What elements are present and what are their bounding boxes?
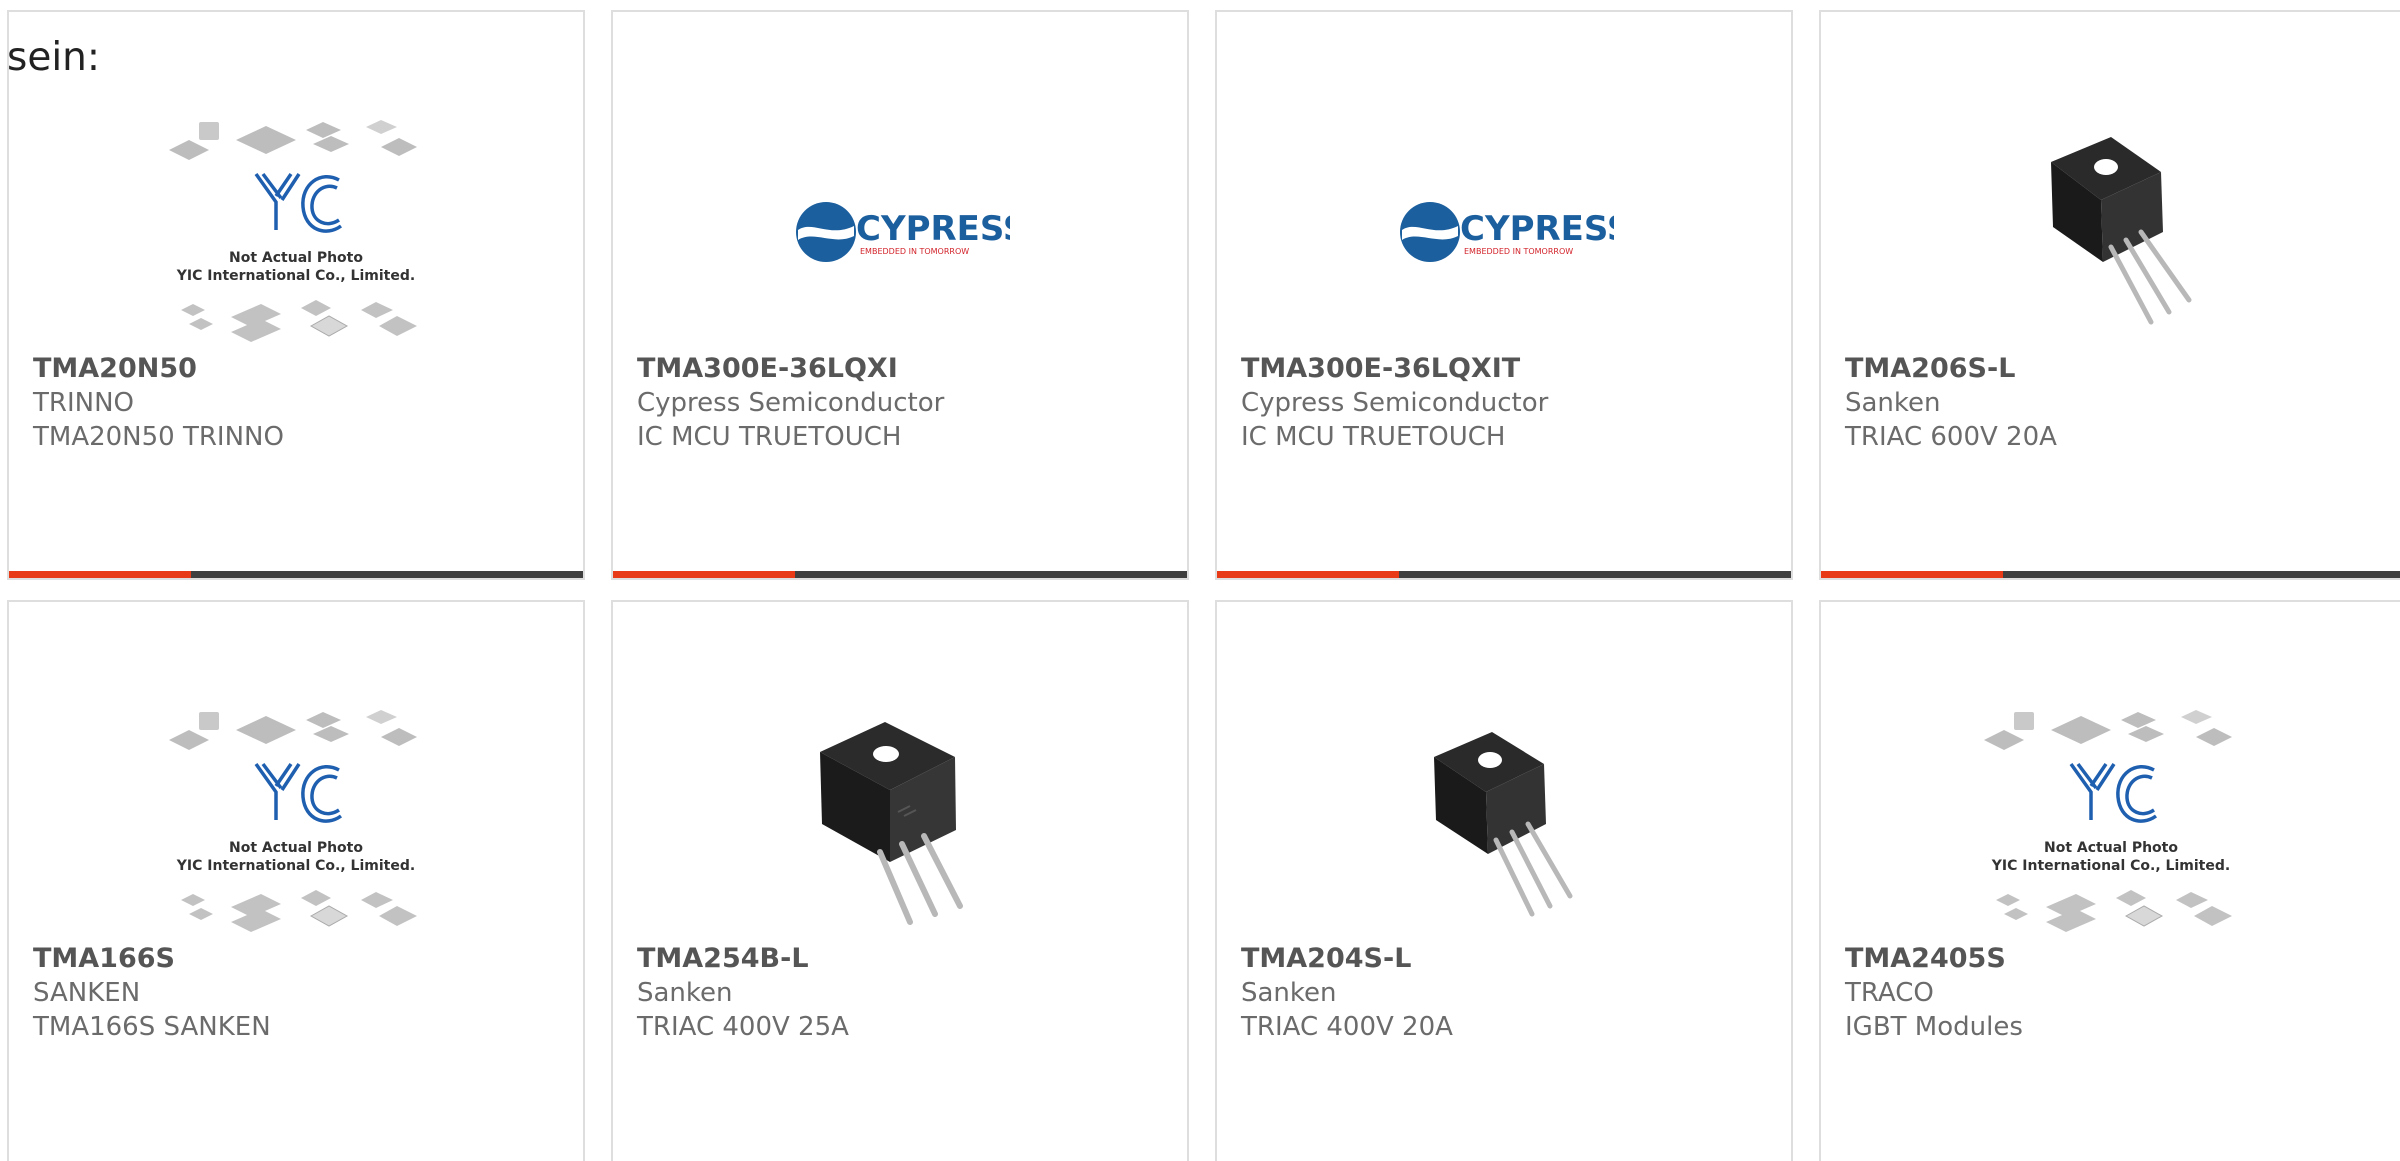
yic-placeholder-icon: Not Actual Photo YIC International Co., …: [1983, 710, 2232, 932]
product-image[interactable]: [1364, 692, 1644, 952]
description: TRIAC 400V 25A: [637, 1012, 849, 1042]
svg-text:EMBEDDED IN TOMORROW: EMBEDDED IN TOMORROW: [1464, 247, 1573, 256]
manufacturer: Cypress Semiconductor: [1241, 388, 1549, 418]
card-accent-bar: [1217, 571, 1399, 578]
product-card[interactable]: CYPRESS EMBEDDED IN TOMORROW TMA300E-36L…: [1215, 10, 1793, 580]
product-card[interactable]: CYPRESS EMBEDDED IN TOMORROW TMA300E-36L…: [611, 10, 1189, 580]
product-info: TMA206S-L Sanken TRIAC 600V 20A: [1845, 352, 2057, 454]
description: IGBT Modules: [1845, 1012, 2023, 1042]
description: TMA166S SANKEN: [33, 1012, 271, 1042]
description: IC MCU TRUETOUCH: [637, 422, 902, 452]
card-bottom-bar: [9, 571, 583, 578]
description: TRIAC 600V 20A: [1845, 422, 2057, 452]
part-number-link[interactable]: TMA204S-L: [1241, 942, 1453, 976]
part-number-link[interactable]: TMA166S: [33, 942, 271, 976]
product-info: TMA254B-L Sanken TRIAC 400V 25A: [637, 942, 849, 1044]
product-card[interactable]: Not Actual Photo YIC International Co., …: [1819, 600, 2400, 1161]
product-info: TMA2405S TRACO IGBT Modules: [1845, 942, 2023, 1044]
yic-placeholder-icon: Not Actual Photo YIC International Co., …: [169, 710, 417, 932]
svg-text:Not Actual Photo: Not Actual Photo: [2044, 840, 2178, 856]
product-card[interactable]: Not Actual Photo YIC International Co., …: [7, 600, 585, 1161]
part-number-link[interactable]: TMA300E-36LQXIT: [1241, 352, 1548, 386]
card-accent-bar: [613, 571, 795, 578]
product-info: TMA300E-36LQXI Cypress Semiconductor IC …: [637, 352, 944, 454]
svg-text:CYPRESS: CYPRESS: [856, 209, 1010, 249]
product-info: TMA300E-36LQXIT Cypress Semiconductor IC…: [1241, 352, 1548, 454]
svg-text:YIC International Co., Limited: YIC International Co., Limited.: [1990, 858, 2229, 874]
manufacturer: Sanken: [1845, 388, 1941, 418]
to220-package-icon: [2050, 137, 2191, 325]
description: IC MCU TRUETOUCH: [1241, 422, 1506, 452]
to220-package-icon: [1434, 732, 1573, 917]
product-card[interactable]: TMA254B-L Sanken TRIAC 400V 25A: [611, 600, 1189, 1161]
card-bottom-bar: [1217, 571, 1791, 578]
truncated-heading-text: sein:: [7, 35, 101, 80]
svg-text:EMBEDDED IN TOMORROW: EMBEDDED IN TOMORROW: [860, 247, 969, 256]
product-image[interactable]: [760, 692, 1040, 952]
part-number-link[interactable]: TMA300E-36LQXI: [637, 352, 944, 386]
product-info: TMA166S SANKEN TMA166S SANKEN: [33, 942, 271, 1044]
product-image[interactable]: [1971, 102, 2251, 362]
product-card[interactable]: TMA204S-L Sanken TRIAC 400V 20A: [1215, 600, 1793, 1161]
to3p-package-icon: [820, 722, 963, 925]
cypress-logo-icon: CYPRESS EMBEDDED IN TOMORROW: [1400, 202, 1614, 262]
card-bottom-bar: [1821, 571, 2400, 578]
manufacturer: TRACO: [1845, 978, 1934, 1008]
part-number-link[interactable]: TMA2405S: [1845, 942, 2023, 976]
manufacturer: Cypress Semiconductor: [637, 388, 945, 418]
svg-text:Not Actual Photo: Not Actual Photo: [229, 840, 363, 856]
product-image[interactable]: Not Actual Photo YIC International Co., …: [1971, 692, 2251, 952]
svg-text:YIC International Co., Limited: YIC International Co., Limited.: [176, 268, 415, 284]
svg-text:YIC International Co., Limited: YIC International Co., Limited.: [176, 858, 415, 874]
yic-placeholder-icon: Not Actual Photo YIC International Co., …: [169, 120, 417, 342]
card-accent-bar: [9, 571, 191, 578]
card-accent-bar: [1821, 571, 2003, 578]
svg-text:Not Actual Photo: Not Actual Photo: [229, 250, 363, 266]
product-image[interactable]: CYPRESS EMBEDDED IN TOMORROW: [1364, 102, 1644, 362]
part-number-link[interactable]: TMA254B-L: [637, 942, 849, 976]
product-image[interactable]: Not Actual Photo YIC International Co., …: [156, 102, 436, 362]
product-card[interactable]: TMA206S-L Sanken TRIAC 600V 20A: [1819, 10, 2400, 580]
card-bottom-bar: [613, 571, 1187, 578]
svg-text:CYPRESS: CYPRESS: [1460, 209, 1614, 249]
manufacturer: TRINNO: [33, 388, 134, 418]
manufacturer: Sanken: [637, 978, 733, 1008]
description: TMA20N50 TRINNO: [33, 422, 284, 452]
manufacturer: SANKEN: [33, 978, 141, 1008]
product-grid-page: sein: Not Actual Photo YIC International…: [0, 0, 2400, 1161]
cypress-logo-icon: CYPRESS EMBEDDED IN TOMORROW: [796, 202, 1010, 262]
product-image[interactable]: CYPRESS EMBEDDED IN TOMORROW: [760, 102, 1040, 362]
product-info: TMA20N50 TRINNO TMA20N50 TRINNO: [33, 352, 284, 454]
product-image[interactable]: Not Actual Photo YIC International Co., …: [156, 692, 436, 952]
description: TRIAC 400V 20A: [1241, 1012, 1453, 1042]
manufacturer: Sanken: [1241, 978, 1337, 1008]
part-number-link[interactable]: TMA206S-L: [1845, 352, 2057, 386]
product-card[interactable]: Not Actual Photo YIC International Co., …: [7, 10, 585, 580]
part-number-link[interactable]: TMA20N50: [33, 352, 284, 386]
product-info: TMA204S-L Sanken TRIAC 400V 20A: [1241, 942, 1453, 1044]
